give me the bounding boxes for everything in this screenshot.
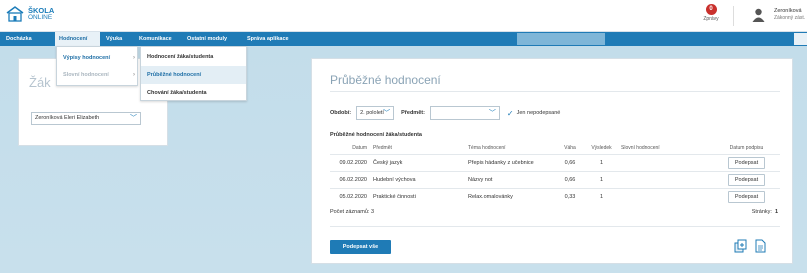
submenu-item-prubezne-hodnoceni[interactable]: Průběžné hodnocení xyxy=(141,66,246,84)
nav-highlight-strip xyxy=(517,33,605,45)
divider xyxy=(330,91,780,92)
top-bar: ŠKOLA ONLINE 0 Zprávy Zeroníková Zákonný… xyxy=(0,0,807,32)
submenu-item-hodnoceni-zaka[interactable]: Hodnocení žáka/studenta xyxy=(141,48,246,66)
chevron-down-icon: ﹀ xyxy=(488,110,496,117)
section-title: Průběžné hodnocení žáka/studenta xyxy=(330,132,422,138)
cell-topic: Přepis hádanky z učebnice xyxy=(465,153,555,171)
unsigned-only-label[interactable]: Jen nepodepsané xyxy=(517,110,561,116)
chevron-down-icon: ﹀ xyxy=(383,110,391,117)
chevron-right-icon: › xyxy=(133,72,135,78)
table-row: 05.02.2020 Praktické činnosti Relax.omal… xyxy=(330,187,780,205)
pagination: Stránky: 1 xyxy=(752,209,778,215)
student-select[interactable]: Zeroníková Eleri Elizabeth ﹀ xyxy=(31,112,141,125)
sign-button[interactable]: Podepsat xyxy=(727,156,766,169)
cell-verbal xyxy=(618,153,713,171)
print-icon[interactable] xyxy=(753,239,767,253)
sign-button[interactable]: Podepsat xyxy=(727,190,766,203)
nav-item-ostatni-moduly[interactable]: Ostatní moduly xyxy=(183,32,231,46)
record-count: Počet záznamů: 3 xyxy=(330,209,375,215)
subject-label: Předmět: xyxy=(401,110,425,116)
user-role: Zákonný zást. xyxy=(774,15,806,21)
main-nav: Docházka Hodnocení Výuka Komunikace Osta… xyxy=(0,32,807,46)
menu-item-label: Výpisy hodnocení xyxy=(63,55,111,61)
table-row: 06.02.2020 Hudební výchova Názvy not 0,6… xyxy=(330,170,780,188)
col-subject[interactable]: Předmět xyxy=(370,142,465,154)
vypisy-submenu: Hodnocení žáka/studenta Průběžné hodnoce… xyxy=(140,46,247,101)
user-name: Zeroníková xyxy=(774,8,802,14)
col-verbal[interactable]: Slovní hodnocení xyxy=(618,142,713,154)
subject-select[interactable]: ﹀ xyxy=(429,106,500,120)
user-info[interactable]: Zeroníková Zákonný zást. xyxy=(774,8,805,22)
page-title: Průběžné hodnocení xyxy=(330,73,441,87)
main-card: Průběžné hodnocení Období: 2. pololetí ﹀… xyxy=(311,58,793,264)
messages-button[interactable]: 0 Zprávy xyxy=(697,4,725,22)
cell-verbal xyxy=(618,170,713,188)
period-select[interactable]: 2. pololetí ﹀ xyxy=(356,106,395,120)
col-weight[interactable]: Váha xyxy=(555,142,585,154)
cell-weight: 0,66 xyxy=(555,153,585,171)
cell-verbal xyxy=(618,187,713,205)
cell-result: 1 xyxy=(585,187,618,205)
menu-item-label: Slovní hodnocení xyxy=(63,72,109,78)
filters-bar: Období: 2. pololetí ﹀ Předmět: ﹀ ✓ Jen n… xyxy=(330,106,560,120)
school-house-icon xyxy=(6,6,24,22)
sign-all-button[interactable]: Podepsat vše xyxy=(330,240,391,254)
submenu-item-chovani-zaka[interactable]: Chování žáka/studenta xyxy=(141,84,246,102)
user-avatar-icon[interactable] xyxy=(752,8,765,22)
messages-label: Zprávy xyxy=(703,16,719,22)
col-sign-date[interactable]: Datum podpisu xyxy=(713,142,780,154)
header-divider xyxy=(733,6,734,26)
table-row: 09.02.2020 Český jazyk Přepis hádanky z … xyxy=(330,153,780,171)
cell-result: 1 xyxy=(585,153,618,171)
pages-label: Stránky: xyxy=(751,209,772,215)
cell-topic: Názvy not xyxy=(465,170,555,188)
app-logo[interactable]: ŠKOLA ONLINE xyxy=(6,6,54,22)
logo-line-2: ONLINE xyxy=(28,14,53,21)
chevron-down-icon: ﹀ xyxy=(130,115,137,122)
logo-line-1: ŠKOLA xyxy=(28,6,55,15)
nav-item-hodnoceni[interactable]: Hodnocení xyxy=(55,32,100,46)
cell-subject: Praktické činnosti xyxy=(370,187,465,205)
col-topic[interactable]: Téma hodnocení xyxy=(465,142,555,154)
nav-item-komunikace[interactable]: Komunikace xyxy=(135,32,176,46)
grades-table: Datum Předmět Téma hodnocení Váha Výsled… xyxy=(330,142,780,205)
student-select-value: Zeroníková Eleri Elizabeth xyxy=(35,115,100,121)
export-icon[interactable] xyxy=(733,239,747,253)
chevron-right-icon: › xyxy=(133,55,135,61)
divider xyxy=(330,226,780,227)
cell-weight: 0,66 xyxy=(555,170,585,188)
cell-result: 1 xyxy=(585,170,618,188)
page-number[interactable]: 1 xyxy=(775,209,778,215)
cell-topic: Relax.omalovánky xyxy=(465,187,555,205)
cell-weight: 0,33 xyxy=(555,187,585,205)
col-date[interactable]: Datum xyxy=(330,142,370,154)
nav-item-dochazka[interactable]: Docházka xyxy=(2,32,36,46)
check-icon[interactable]: ✓ xyxy=(507,109,514,118)
table-header-row: Datum Předmět Téma hodnocení Váha Výsled… xyxy=(330,142,780,154)
cell-subject: Hudební výchova xyxy=(370,170,465,188)
cell-date: 05.02.2020 xyxy=(330,187,370,205)
cell-date: 09.02.2020 xyxy=(330,153,370,171)
period-label: Období: xyxy=(330,110,352,116)
cell-subject: Český jazyk xyxy=(370,153,465,171)
messages-badge: 0 xyxy=(705,4,717,15)
hodnoceni-menu: Výpisy hodnocení › Slovní hodnocení › xyxy=(56,46,138,86)
nav-item-vyuka[interactable]: Výuka xyxy=(102,32,126,46)
sign-button[interactable]: Podepsat xyxy=(727,173,766,186)
col-result[interactable]: Výsledek xyxy=(585,142,618,154)
cell-date: 06.02.2020 xyxy=(330,170,370,188)
student-card-title: Žák xyxy=(29,75,51,90)
menu-item-slovni-hodnoceni[interactable]: Slovní hodnocení › xyxy=(57,67,139,84)
period-select-value: 2. pololetí xyxy=(360,110,384,116)
nav-highlight-strip-right xyxy=(794,33,807,45)
nav-item-sprava-aplikace[interactable]: Správa aplikace xyxy=(243,32,293,46)
menu-item-vypisy-hodnoceni[interactable]: Výpisy hodnocení › xyxy=(57,50,139,67)
